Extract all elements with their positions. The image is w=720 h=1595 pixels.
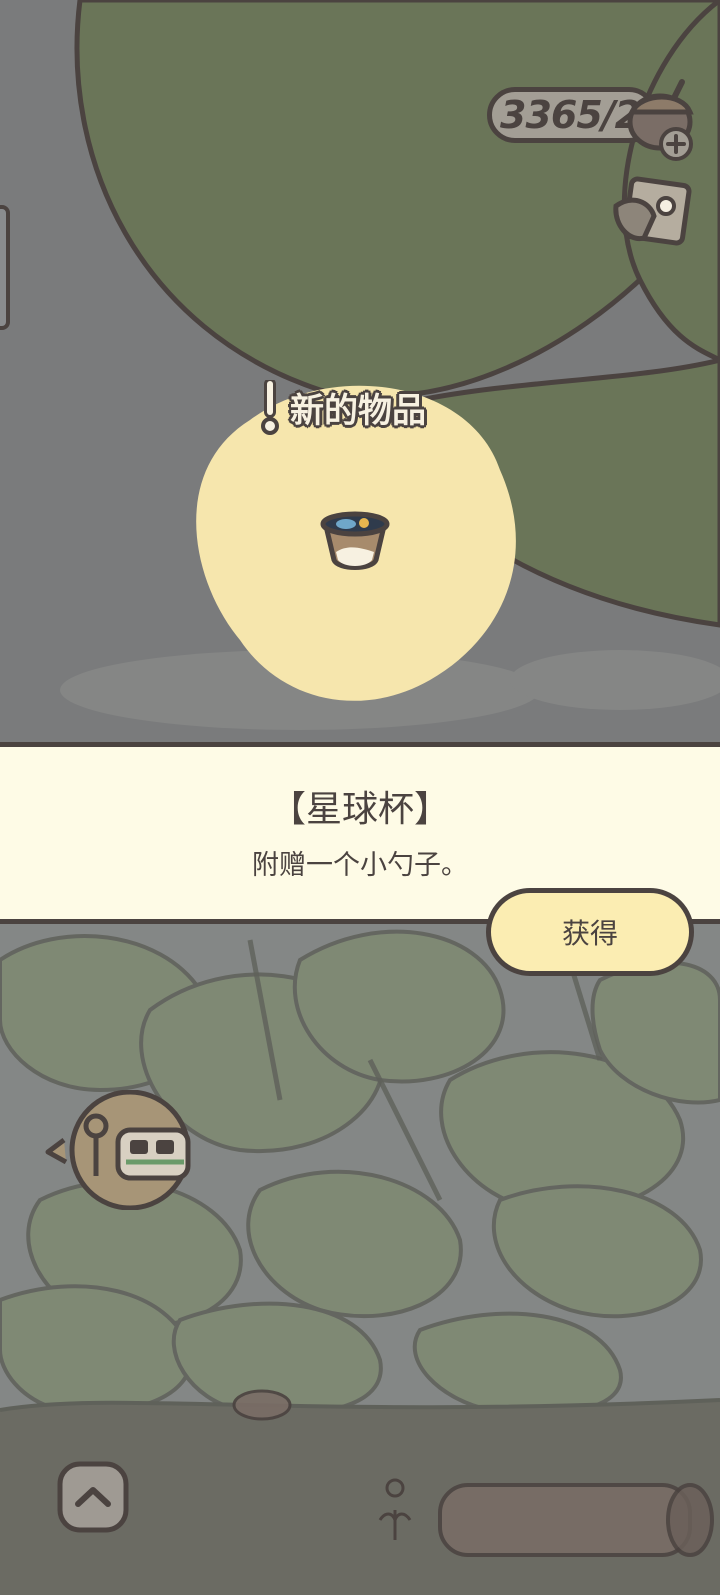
camera-icon[interactable] (610, 176, 694, 256)
exclamation-icon (261, 380, 279, 435)
plus-icon[interactable] (658, 126, 694, 162)
item-name: 【星球杯】 (269, 789, 450, 830)
expand-button[interactable] (56, 1460, 130, 1534)
clover-count: 3365/2 (500, 93, 640, 137)
get-button[interactable]: 获得 (486, 888, 694, 976)
side-drawer-handle[interactable] (0, 205, 10, 330)
new-item-label: 新的物品 (290, 391, 426, 431)
item-description: 附赠一个小勺子。 (252, 850, 468, 881)
cup-icon (320, 511, 390, 570)
chevron-up-icon (57, 1461, 129, 1533)
get-button-label: 获得 (561, 917, 618, 950)
ticket-icon[interactable] (44, 1090, 194, 1210)
